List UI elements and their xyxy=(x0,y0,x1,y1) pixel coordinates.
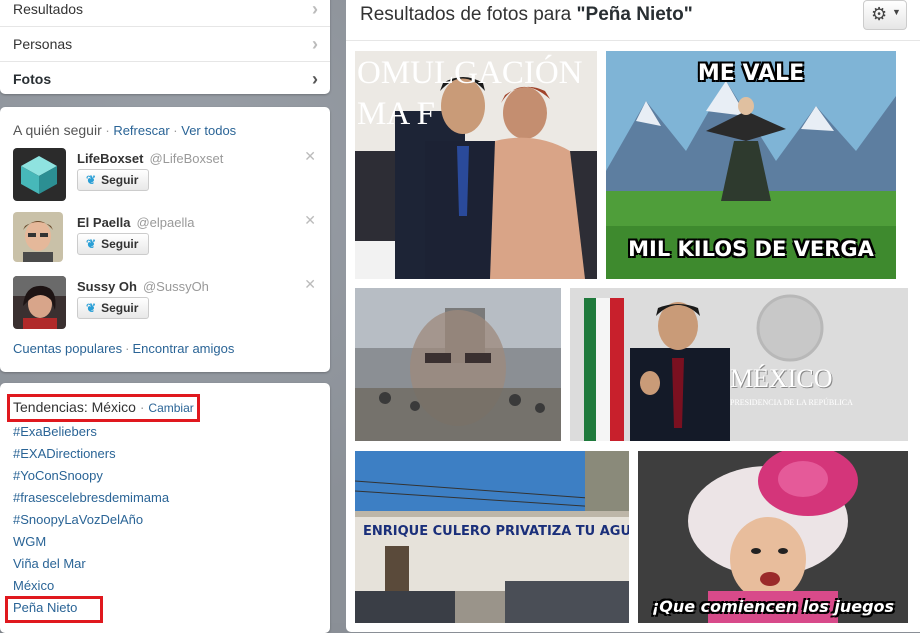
follow-label: Seguir xyxy=(101,173,139,187)
trend-item[interactable]: Peña Nieto xyxy=(13,600,77,615)
user-name[interactable]: El Paella @elpaella xyxy=(77,215,195,230)
photo-banner-text: MA F xyxy=(357,96,435,132)
photo-banner-text: OMULGACIÓN xyxy=(357,55,583,91)
twitter-bird-icon: ❦ xyxy=(86,173,97,187)
trends-title: Tendencias: México xyxy=(13,399,136,415)
close-icon[interactable]: ✕ xyxy=(304,212,316,229)
trend-item[interactable]: #SnoopyLaVozDelAño xyxy=(13,512,143,527)
follow-button[interactable]: ❦ Seguir xyxy=(77,297,150,319)
user-display-name: El Paella xyxy=(77,215,131,230)
trend-item[interactable]: #EXADirectioners xyxy=(13,446,116,461)
meme-caption-text: ¡Que comiencen los juegos xyxy=(651,597,895,616)
user-name[interactable]: Sussy Oh @SussyOh xyxy=(77,279,209,294)
suggested-user: El Paella @elpaella ❦ Seguir ✕ xyxy=(13,212,318,267)
photo-results-panel: Resultados de fotos para "Peña Nieto" ⚙ … xyxy=(346,0,920,632)
trend-item[interactable]: Viña del Mar xyxy=(13,556,86,571)
chevron-right-icon: › xyxy=(312,0,318,19)
trend-item[interactable]: #ExaBeliebers xyxy=(13,424,97,439)
avatar[interactable] xyxy=(13,148,66,201)
refresh-link[interactable]: Refrescar xyxy=(113,123,169,138)
photo-thumbnail[interactable]: OMULGACIÓN MA F xyxy=(355,51,597,279)
nav-item-label: Fotos xyxy=(13,71,52,87)
photo-seal-text: MÉXICO xyxy=(730,364,833,393)
search-nav-card: Resultados › Personas › Fotos › xyxy=(0,0,330,94)
change-trends-link[interactable]: Cambiar xyxy=(148,401,193,415)
follow-button[interactable]: ❦ Seguir xyxy=(77,233,150,255)
trend-item[interactable]: México xyxy=(13,578,54,593)
chevron-right-icon: › xyxy=(312,34,318,54)
who-to-follow-footer: Cuentas populares · Encontrar amigos xyxy=(13,341,235,356)
caret-down-icon: ▼ xyxy=(892,7,901,17)
photo-thumbnail[interactable] xyxy=(355,288,561,441)
trends-header: Tendencias: México · Cambiar xyxy=(7,394,200,422)
divider xyxy=(346,40,920,41)
user-display-name: LifeBoxset xyxy=(77,151,144,166)
suggested-user: LifeBoxset @LifeBoxset ❦ Seguir ✕ xyxy=(13,148,318,203)
trends-card: Tendencias: México · Cambiar #ExaBeliebe… xyxy=(0,383,330,633)
trend-item[interactable]: WGM xyxy=(13,534,46,549)
nav-item-label: Resultados xyxy=(13,1,84,17)
close-icon[interactable]: ✕ xyxy=(304,148,316,165)
view-all-link[interactable]: Ver todos xyxy=(181,123,236,138)
popular-accounts-link[interactable]: Cuentas populares xyxy=(13,341,122,356)
close-icon[interactable]: ✕ xyxy=(304,276,316,293)
suggested-user: Sussy Oh @SussyOh ❦ Seguir ✕ xyxy=(13,276,318,331)
follow-label: Seguir xyxy=(101,237,139,251)
avatar[interactable] xyxy=(13,212,63,262)
user-handle: @SussyOh xyxy=(142,279,209,294)
find-friends-link[interactable]: Encontrar amigos xyxy=(132,341,234,356)
trend-item[interactable]: #YoConSnoopy xyxy=(13,468,103,483)
twitter-bird-icon: ❦ xyxy=(86,301,97,315)
photo-thumbnail[interactable]: ENRIQUE CULERO PRIVATIZA TU AGUJERO xyxy=(355,451,629,623)
photo-thumbnail[interactable]: MÉXICO PRESIDENCIA DE LA REPÚBLICA xyxy=(570,288,908,441)
wall-graffiti-text: ENRIQUE CULERO PRIVATIZA TU AGUJERO xyxy=(363,524,629,539)
nav-item-personas[interactable]: Personas › xyxy=(0,27,330,62)
meme-bottom-text: MIL KILOS DE VERGA xyxy=(628,237,874,261)
twitter-bird-icon: ❦ xyxy=(86,237,97,251)
user-handle: @LifeBoxset xyxy=(149,151,224,166)
chevron-right-icon: › xyxy=(312,69,318,89)
trend-item[interactable]: #frasescelebresdemimama xyxy=(13,490,169,505)
nav-item-label: Personas xyxy=(13,36,73,52)
user-name[interactable]: LifeBoxset @LifeBoxset xyxy=(77,151,223,166)
photo-subtitle-text: PRESIDENCIA DE LA REPÚBLICA xyxy=(730,398,853,407)
follow-label: Seguir xyxy=(101,301,139,315)
user-handle: @elpaella xyxy=(136,215,195,230)
meme-top-text: ME VALE xyxy=(697,61,805,86)
photo-thumbnail[interactable]: ¡Que comiencen los juegos xyxy=(638,451,908,623)
photo-thumbnail[interactable]: ME VALE MIL KILOS DE VERGA xyxy=(606,51,896,279)
follow-button[interactable]: ❦ Seguir xyxy=(77,169,150,191)
who-to-follow-card: A quién seguir · Refrescar · Ver todos L… xyxy=(0,107,330,372)
settings-button[interactable]: ⚙ ▼ xyxy=(863,0,907,30)
search-query: "Peña Nieto" xyxy=(576,4,693,25)
who-to-follow-header: A quién seguir · Refrescar · Ver todos xyxy=(13,122,237,138)
who-to-follow-title: A quién seguir xyxy=(13,122,102,138)
avatar[interactable] xyxy=(13,276,66,329)
user-display-name: Sussy Oh xyxy=(77,279,137,294)
nav-item-fotos[interactable]: Fotos › xyxy=(0,62,330,96)
title-prefix: Resultados de fotos para xyxy=(360,4,572,25)
nav-item-resultados[interactable]: Resultados › xyxy=(0,0,330,27)
page-title: Resultados de fotos para "Peña Nieto" xyxy=(360,4,693,26)
gear-icon: ⚙ xyxy=(871,4,888,24)
